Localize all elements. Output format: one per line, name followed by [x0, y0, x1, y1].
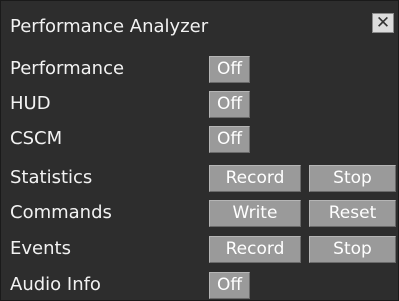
statistics-record-button[interactable]: Record [209, 165, 301, 192]
events-label: Events [10, 238, 71, 259]
row-performance: Performance Off [1, 54, 399, 84]
close-icon: ✕ [375, 13, 391, 33]
cscm-toggle-button[interactable]: Off [209, 126, 250, 153]
performance-toggle-button[interactable]: Off [209, 56, 250, 83]
row-commands: Commands Write Reset [1, 198, 399, 228]
row-events: Events Record Stop [1, 234, 399, 264]
statistics-stop-button[interactable]: Stop [309, 165, 396, 192]
close-button[interactable]: ✕ [372, 13, 394, 33]
hud-label: HUD [10, 93, 51, 114]
events-record-button[interactable]: Record [209, 236, 301, 263]
row-cscm: CSCM Off [1, 124, 399, 154]
commands-label: Commands [10, 202, 112, 223]
audio-info-toggle-button[interactable]: Off [209, 272, 250, 299]
audio-info-label: Audio Info [10, 274, 101, 295]
statistics-label: Statistics [10, 167, 93, 188]
hud-toggle-button[interactable]: Off [209, 91, 250, 118]
cscm-label: CSCM [10, 128, 63, 149]
row-audio-info: Audio Info Off [1, 270, 399, 300]
performance-analyzer-panel: Performance Analyzer ✕ Performance Off H… [0, 0, 399, 301]
events-stop-button[interactable]: Stop [309, 236, 396, 263]
row-statistics: Statistics Record Stop [1, 163, 399, 193]
panel-title: Performance Analyzer [10, 16, 209, 37]
performance-label: Performance [10, 58, 125, 79]
commands-reset-button[interactable]: Reset [309, 200, 396, 227]
commands-write-button[interactable]: Write [209, 200, 301, 227]
row-hud: HUD Off [1, 89, 399, 119]
